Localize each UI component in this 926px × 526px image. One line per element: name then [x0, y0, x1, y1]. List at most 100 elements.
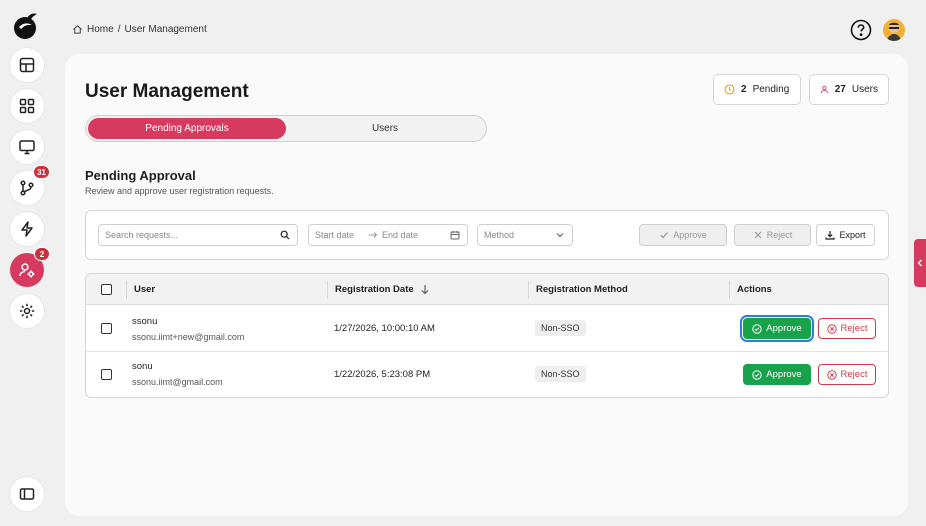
page-title: User Management — [85, 81, 249, 102]
nav-monitor[interactable] — [10, 130, 44, 164]
approve-label: Approve — [766, 369, 802, 380]
lightning-icon — [21, 221, 33, 237]
x-circle-icon — [826, 323, 837, 334]
layout-icon — [19, 57, 35, 73]
main-card: User Management 2 Pending 27 Users Pendi… — [65, 54, 908, 516]
home-icon — [73, 25, 82, 34]
bulk-reject-label: Reject — [766, 230, 793, 240]
header-actions: Actions — [737, 284, 772, 295]
bulk-reject-button[interactable]: Reject — [734, 224, 811, 246]
search-placeholder: Search requests... — [105, 230, 179, 240]
check-icon — [660, 232, 669, 239]
tab-bar: Pending Approvals Users — [85, 115, 487, 142]
breadcrumb-home[interactable]: Home — [87, 24, 114, 35]
table-row: sonu ssonu.iimt@gmail.com 1/22/2026, 5:2… — [86, 351, 888, 397]
method-placeholder: Method — [484, 230, 515, 240]
close-icon — [754, 231, 762, 239]
help-icon[interactable] — [850, 19, 872, 41]
user-icon — [820, 85, 828, 94]
pending-label: Pending — [752, 84, 790, 95]
column-divider — [327, 281, 328, 299]
column-divider — [528, 281, 529, 299]
header-registration-date-label: Registration Date — [335, 284, 414, 295]
bulk-approve-button[interactable]: Approve — [639, 224, 727, 246]
method-tag: Non-SSO — [535, 366, 586, 382]
search-icon — [280, 230, 290, 240]
user-email: ssonu.iimt+new@gmail.com — [132, 332, 245, 342]
nav-settings[interactable] — [10, 294, 44, 328]
clock-icon — [724, 84, 735, 95]
nav-apps[interactable] — [10, 89, 44, 123]
reject-label: Reject — [840, 323, 868, 334]
avatar[interactable] — [883, 19, 905, 41]
reject-button[interactable]: Reject — [818, 364, 876, 385]
users-label: Users — [851, 84, 878, 95]
check-circle-icon — [752, 369, 762, 380]
calendar-icon — [450, 231, 460, 240]
users-count: 27 — [834, 84, 846, 95]
user-settings-icon — [19, 263, 35, 278]
section-subtitle: Review and approve user registration req… — [85, 186, 274, 196]
chevron-down-icon — [556, 233, 564, 238]
monitor-icon — [19, 140, 35, 155]
method-select[interactable]: Method — [477, 224, 573, 246]
users-count-badge: 27 Users — [809, 74, 889, 105]
section-title: Pending Approval — [85, 168, 196, 183]
check-circle-icon — [752, 323, 762, 334]
nav-user-management[interactable]: 2 — [10, 247, 50, 287]
tab-pending-approvals[interactable]: Pending Approvals — [88, 118, 286, 139]
pending-count-badge: 2 Pending — [713, 74, 801, 105]
end-date-placeholder: End date — [382, 230, 419, 240]
users-badge: 2 — [34, 247, 50, 261]
registration-date: 1/27/2026, 10:00:10 AM — [334, 323, 435, 334]
download-icon — [825, 231, 836, 240]
grid-icon — [19, 98, 35, 114]
tab-users[interactable]: Users — [286, 118, 484, 139]
breadcrumb-current: User Management — [124, 24, 207, 35]
bulk-approve-label: Approve — [673, 230, 707, 240]
column-divider — [729, 281, 730, 299]
sort-arrow-down-icon — [421, 285, 429, 295]
arrow-right-icon — [368, 232, 378, 238]
export-button[interactable]: Export — [816, 224, 875, 246]
registration-date: 1/22/2026, 5:23:08 PM — [334, 369, 431, 380]
nav-requests[interactable]: 31 — [10, 165, 50, 205]
avatar-face-icon — [887, 22, 901, 41]
row-checkbox[interactable] — [101, 369, 112, 380]
git-branch-icon — [20, 180, 34, 196]
pending-table: User Registration Date Registration Meth… — [85, 273, 889, 398]
gear-icon — [19, 303, 35, 319]
approve-label: Approve — [766, 323, 802, 334]
requests-badge: 31 — [33, 165, 50, 179]
date-range-picker[interactable]: Start date End date — [308, 224, 468, 246]
reject-button[interactable]: Reject — [818, 318, 876, 339]
method-tag: Non-SSO — [535, 320, 586, 336]
x-circle-icon — [826, 369, 837, 380]
sidebar-toggle-button[interactable] — [10, 477, 44, 511]
nav-dashboard[interactable] — [10, 48, 44, 82]
approve-button[interactable]: Approve — [740, 315, 814, 342]
reject-label: Reject — [840, 369, 868, 380]
nav-automation[interactable] — [10, 212, 44, 246]
header-registration-method: Registration Method — [536, 284, 628, 295]
export-label: Export — [839, 230, 866, 240]
column-divider — [126, 281, 127, 299]
user-email: ssonu.iimt@gmail.com — [132, 377, 223, 387]
filter-bar: Search requests... Start date End date M… — [85, 210, 889, 260]
search-input[interactable]: Search requests... — [98, 224, 298, 246]
breadcrumb: Home / User Management — [72, 24, 207, 35]
header-registration-date[interactable]: Registration Date — [335, 274, 430, 305]
select-all-checkbox[interactable] — [101, 284, 112, 295]
sidebar: 31 2 — [0, 0, 54, 526]
table-header: User Registration Date Registration Meth… — [86, 274, 888, 305]
row-checkbox[interactable] — [101, 323, 112, 334]
pending-count: 2 — [741, 84, 747, 95]
table-row: ssonu ssonu.iimt+new@gmail.com 1/27/2026… — [86, 305, 888, 351]
user-name: ssonu — [132, 316, 158, 327]
user-name: sonu — [132, 361, 153, 372]
start-date-placeholder: Start date — [315, 230, 355, 240]
approve-button[interactable]: Approve — [743, 364, 811, 385]
brand-logo-icon — [14, 13, 37, 39]
sidebar-panel-icon — [19, 488, 35, 500]
panel-collapse-tab[interactable] — [914, 239, 926, 287]
